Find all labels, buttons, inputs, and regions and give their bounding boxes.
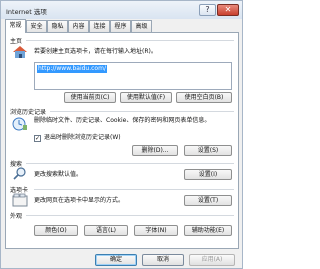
tabs-icon <box>12 193 28 207</box>
search-description: 更改搜索默认值。 <box>34 171 83 178</box>
help-button[interactable]: ? <box>199 4 216 16</box>
checkmark-icon: ✓ <box>35 135 41 142</box>
search-section-divider <box>26 163 234 164</box>
house-icon <box>12 45 28 59</box>
magnifier-icon <box>12 167 28 181</box>
home-page-description: 若要创建主页选项卡，请在每行输入地址(R)。 <box>34 48 157 55</box>
search-settings-button[interactable]: 设置(I) <box>184 169 232 180</box>
close-button[interactable]: ✕ <box>217 4 239 16</box>
home-page-url-field[interactable]: http://www.baidu.com/ <box>34 62 232 90</box>
home-section-divider <box>26 40 234 41</box>
fonts-button[interactable]: 字体(N) <box>134 225 178 236</box>
delete-on-exit-checkbox[interactable]: ✓ <box>34 135 41 142</box>
history-icon <box>12 117 28 131</box>
tab-general[interactable]: 常规 <box>5 19 26 33</box>
browsing-history-section-title: 浏览历史记录 <box>10 109 47 116</box>
colors-button[interactable]: 颜色(O) <box>34 225 78 236</box>
internet-options-window: Internet 选项 ? ✕ 常规 安全 隐私 内容 连接 程序 高级 主页 … <box>0 0 243 269</box>
question-mark-icon: ? <box>205 5 210 14</box>
close-icon: ✕ <box>224 5 232 14</box>
tab-security[interactable]: 安全 <box>26 20 47 32</box>
appearance-section-divider <box>26 215 234 216</box>
delete-history-button[interactable]: 删除(D)... <box>132 145 178 156</box>
history-settings-button[interactable]: 设置(S) <box>184 145 232 156</box>
apply-button[interactable]: 应用(A) <box>189 254 235 266</box>
tab-advanced[interactable]: 高级 <box>131 20 152 32</box>
cancel-button[interactable]: 取消 <box>142 254 184 266</box>
tab-programs[interactable]: 程序 <box>110 20 131 32</box>
delete-on-exit-label: 退出时删除浏览历史记录(W) <box>44 134 121 141</box>
tabs-settings-button[interactable]: 设置(T) <box>184 195 232 206</box>
appearance-section-title: 外观 <box>10 213 23 220</box>
general-tab-panel: 主页 若要创建主页选项卡，请在每行输入地址(R)。 http://www.bai… <box>5 32 239 249</box>
tabs-description: 更改网页在选项卡中显示的方式。 <box>34 197 125 204</box>
use-current-button[interactable]: 使用当前页(C) <box>64 92 116 103</box>
tab-content[interactable]: 内容 <box>68 20 89 32</box>
history-section-divider <box>50 111 234 112</box>
home-page-section-title: 主页 <box>10 38 23 45</box>
use-blank-button[interactable]: 使用空白页(B) <box>176 92 232 103</box>
tab-privacy[interactable]: 隐私 <box>47 20 68 32</box>
accessibility-button[interactable]: 辅助功能(E) <box>184 225 232 236</box>
languages-button[interactable]: 语言(L) <box>84 225 128 236</box>
title-bar[interactable]: Internet 选项 ? ✕ <box>1 1 242 19</box>
use-default-button[interactable]: 使用默认值(F) <box>120 92 172 103</box>
browsing-history-description: 删除临时文件、历史记录、Cookie、保存的密码和网页表单信息。 <box>34 117 211 124</box>
home-page-url-text: http://www.baidu.com/ <box>37 65 107 73</box>
tab-connections[interactable]: 连接 <box>89 20 110 32</box>
window-title: Internet 选项 <box>6 8 47 16</box>
ok-button[interactable]: 确定 <box>95 254 137 266</box>
tabs-section-divider <box>34 189 234 190</box>
